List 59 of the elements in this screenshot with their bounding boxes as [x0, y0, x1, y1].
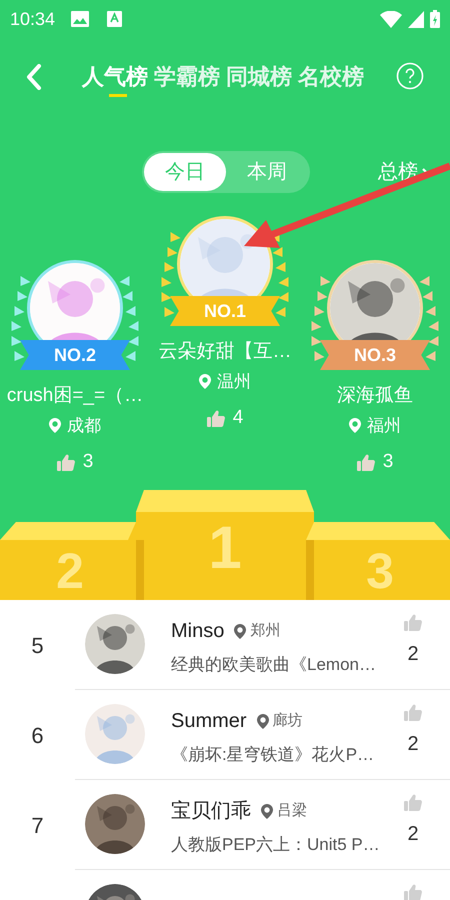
status-time: 10:34 — [10, 8, 56, 30]
signal-icon — [408, 10, 424, 28]
podium-number: 2 — [56, 543, 84, 599]
like-count: 3 — [382, 450, 394, 474]
period-tab[interactable]: 今日 — [144, 153, 226, 191]
like-count: 2 — [407, 732, 419, 757]
help-button[interactable] — [396, 62, 424, 90]
period-tab[interactable]: 本周 — [226, 153, 308, 191]
like-count: 2 — [407, 822, 419, 847]
image-icon — [71, 11, 90, 27]
location-label: 温州 — [217, 370, 251, 392]
thumbs-up-icon — [206, 410, 225, 427]
location-pin-icon — [199, 374, 211, 389]
location-label: 福州 — [367, 414, 401, 436]
location-pin-icon — [49, 418, 61, 433]
user-name[interactable]: crush困=_=（… — [6, 382, 144, 410]
ranking-tab[interactable]: 学霸榜 — [154, 62, 220, 92]
user-name[interactable]: Minso — [171, 616, 224, 646]
rank-number: 6 — [30, 722, 45, 750]
like-count: 4 — [232, 406, 244, 430]
podium-number: 1 — [208, 514, 242, 581]
rank-ribbon: NO.3 — [320, 340, 430, 370]
post-description: 《崩坏:星穹铁道》花火P… — [171, 744, 376, 766]
ranking-tab[interactable]: 同城榜 — [226, 62, 292, 92]
location-pin-icon — [256, 714, 269, 728]
thumbs-up-icon — [404, 884, 422, 900]
location-label: 吕梁 — [277, 800, 307, 821]
help-icon — [396, 62, 424, 90]
post-description: 经典的欧美歌曲《Lemon… — [171, 654, 377, 676]
tab-indicator — [109, 94, 127, 97]
like-count: 2 — [407, 642, 419, 667]
like-count: 3 — [82, 450, 94, 474]
podium-number: 3 — [366, 543, 394, 599]
user-name[interactable]: 宝贝们乖 — [171, 796, 251, 826]
user-name[interactable]: 云朵好甜【互… — [158, 338, 292, 366]
user-name[interactable]: Summer — [171, 706, 247, 736]
location-pin-icon — [349, 418, 361, 433]
rank-number: 5 — [30, 632, 45, 660]
thumbs-up-icon — [356, 454, 375, 471]
location-label: 成都 — [67, 414, 101, 436]
rank-ribbon: NO.2 — [20, 340, 130, 370]
battery-icon — [430, 10, 440, 28]
location-pin-icon — [234, 624, 246, 638]
user-name[interactable]: 深海孤鱼 — [337, 382, 413, 410]
thumbs-up-icon — [404, 614, 422, 631]
ranking-tab[interactable]: 名校榜 — [298, 62, 364, 92]
thumbs-up-icon — [404, 794, 422, 811]
keyboard-icon — [107, 11, 122, 27]
location-label: 郑州 — [250, 620, 280, 641]
thumbs-up-icon — [404, 704, 422, 721]
location-label: 廊坊 — [272, 710, 303, 731]
post-description: 人教版PEP六上：Unit5 P… — [171, 834, 381, 856]
wifi-icon — [380, 10, 402, 28]
back-icon — [26, 64, 42, 90]
rank-ribbon: NO.1 — [170, 296, 280, 326]
thumbs-up-icon — [56, 454, 75, 471]
location-pin-icon — [261, 804, 273, 818]
rank-number: 7 — [30, 812, 45, 840]
ranking-tab[interactable]: 人气榜 — [82, 62, 148, 92]
